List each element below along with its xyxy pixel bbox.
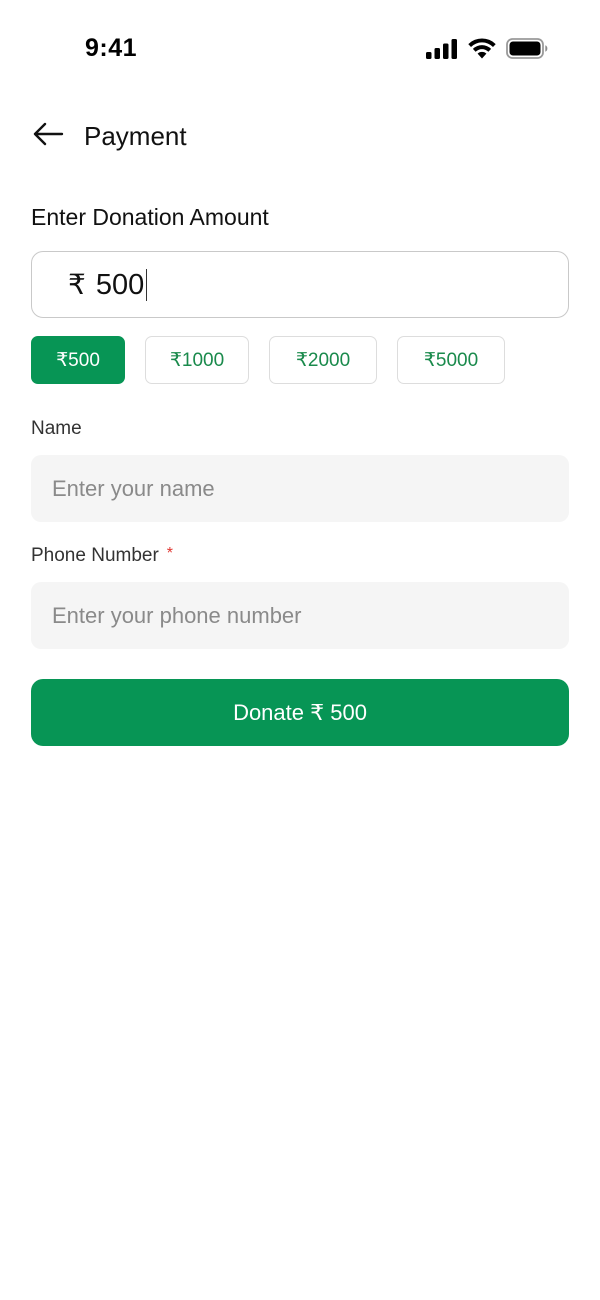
- quick-amount-5000[interactable]: ₹5000: [397, 336, 505, 384]
- phone-label-text: Phone Number: [31, 545, 159, 566]
- quick-amount-500[interactable]: ₹500: [31, 336, 125, 384]
- payment-screen: 9:41 Payment Enter Donation Amount ₹ 500…: [0, 0, 600, 1300]
- back-button[interactable]: [30, 116, 66, 156]
- donate-button[interactable]: Donate ₹ 500: [31, 679, 569, 746]
- name-label: Name: [31, 418, 82, 440]
- battery-icon: [506, 38, 548, 64]
- arrow-left-icon: [32, 122, 64, 151]
- name-label-text: Name: [31, 418, 82, 439]
- wifi-icon: [468, 38, 496, 64]
- status-icons: [426, 38, 548, 64]
- quick-amount-options: ₹500 ₹1000 ₹2000 ₹5000: [31, 336, 505, 384]
- signal-icon: [426, 38, 458, 64]
- page-title: Payment: [84, 120, 187, 151]
- currency-symbol: ₹: [68, 269, 86, 300]
- amount-value: 500: [96, 268, 148, 301]
- required-marker: *: [166, 545, 174, 562]
- quick-amount-2000[interactable]: ₹2000: [269, 336, 377, 384]
- name-input[interactable]: [31, 455, 569, 522]
- donation-amount-heading: Enter Donation Amount: [31, 204, 269, 230]
- phone-input[interactable]: [31, 582, 569, 649]
- header: Payment: [30, 116, 187, 156]
- status-bar: 9:41: [0, 0, 600, 100]
- status-time: 9:41: [85, 34, 138, 62]
- donation-amount-input[interactable]: ₹ 500: [31, 251, 569, 318]
- phone-label: Phone Number *: [31, 545, 173, 567]
- quick-amount-1000[interactable]: ₹1000: [145, 336, 249, 384]
